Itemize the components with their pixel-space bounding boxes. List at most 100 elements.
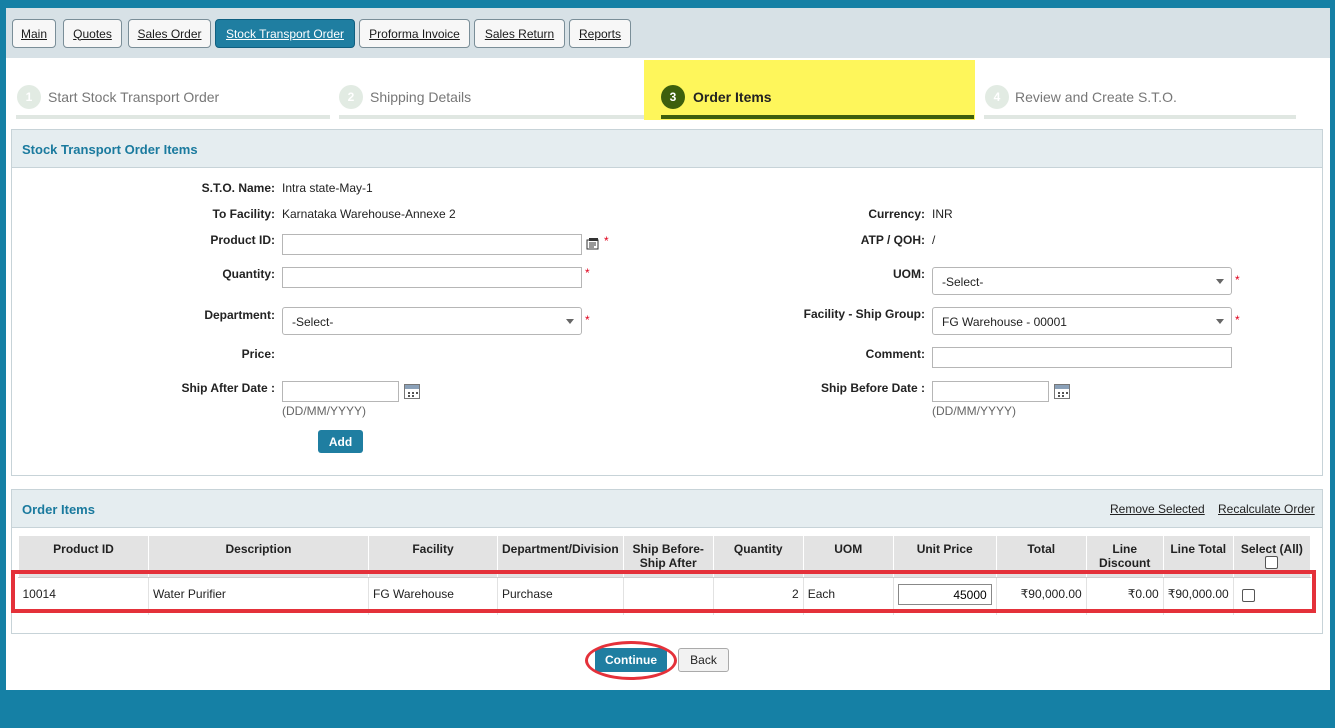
continue-button[interactable]: Continue [595,648,667,672]
required-marker: * [1235,313,1240,327]
line-discount-heading-1: Line [1112,542,1138,556]
col-line-total: Line Total [1162,535,1234,578]
tab-main[interactable]: Main [12,19,56,48]
currency-value: INR [932,207,953,221]
chevron-down-icon [1216,319,1224,324]
department-select[interactable]: -Select- [282,307,582,335]
remove-selected-link[interactable]: Remove Selected [1110,502,1205,516]
tab-sales-order[interactable]: Sales Order [128,19,211,48]
to-facility-label: To Facility: [212,207,275,221]
col-ship-dates: Ship Before- Ship After [622,535,714,578]
step-label: Review and Create S.T.O. [1015,89,1177,105]
select-all-checkbox[interactable] [1265,556,1279,569]
col-quantity: Quantity [712,535,804,578]
step-start-sto[interactable]: 1 Start Stock Transport Order [16,60,330,120]
row-select-checkbox[interactable] [1241,589,1255,602]
unit-price-input[interactable] [897,584,992,605]
atp-qoh-label: ATP / QOH: [860,233,925,247]
back-button[interactable]: Back [678,648,729,672]
tab-proforma-invoice[interactable]: Proforma Invoice [359,19,470,48]
col-department: Department/Division [497,535,624,578]
uom-label: UOM: [893,267,925,281]
to-facility-value: Karnataka Warehouse-Annexe 2 [282,207,456,221]
product-id-input[interactable] [282,234,582,255]
step-shipping-details[interactable]: 2 Shipping Details [339,60,649,120]
cell-description: Water Purifier [148,577,369,615]
add-item-button[interactable]: Add [318,430,363,453]
cell-select [1233,578,1310,615]
module-tab-bar: Main Quotes Sales Order Stock Transport … [6,8,1330,58]
ship-group-select[interactable]: FG Warehouse - 00001 [932,307,1232,335]
tab-reports[interactable]: Reports [569,19,631,48]
quantity-label: Quantity: [222,267,275,281]
product-lookup-icon[interactable] [586,237,600,251]
date-format-hint: (DD/MM/YYYY) [282,404,366,418]
cell-product-id: 10014 [18,577,149,615]
date-format-hint: (DD/MM/YYYY) [932,404,1016,418]
ship-before-date-input[interactable] [932,381,1049,402]
step-progress-bar [984,115,1296,119]
step-label: Start Stock Transport Order [48,89,220,105]
cell-line-total: ₹90,000.00 [1163,577,1234,615]
step-number: 3 [661,85,685,109]
step-label: Order Items [693,89,772,105]
required-marker: * [585,266,590,280]
step-number: 1 [17,85,41,109]
tab-quotes[interactable]: Quotes [63,19,122,48]
cell-total: ₹90,000.00 [996,577,1087,615]
ship-after-date-label: Ship After Date : [181,381,275,395]
cell-department: Purchase [497,577,624,615]
col-select-all: Select (All) [1232,535,1312,578]
step-progress-bar [16,115,330,119]
col-facility: Facility [368,535,498,578]
step-review-create[interactable]: 4 Review and Create S.T.O. [984,60,1296,120]
step-progress-bar [339,115,649,119]
currency-label: Currency: [868,207,925,221]
chevron-down-icon [566,319,574,324]
ship-group-selected-value: FG Warehouse - 00001 [942,315,1067,329]
cell-unit-price [893,577,997,615]
uom-select[interactable]: -Select- [932,267,1232,295]
department-selected-value: -Select- [292,315,334,329]
step-order-items[interactable]: 3 Order Items [644,60,975,120]
atp-qoh-value: / [932,233,936,247]
application-window: Main Quotes Sales Order Stock Transport … [6,8,1330,690]
step-number: 4 [985,85,1009,109]
department-label: Department: [204,308,275,322]
sto-items-form-panel: Stock Transport Order Items S.T.O. Name:… [11,129,1323,476]
calendar-icon[interactable] [1054,384,1070,399]
table-header-row: Product ID Description Facility Departme… [18,535,1312,578]
chevron-down-icon [1216,279,1224,284]
sto-name-value: Intra state-May-1 [282,181,373,195]
uom-selected-value: -Select- [942,275,984,289]
step-number: 2 [339,85,363,109]
recalculate-order-link[interactable]: Recalculate Order [1218,502,1315,516]
product-id-label: Product ID: [210,233,275,247]
cell-quantity: 2 [713,577,804,615]
comment-input[interactable] [932,347,1232,368]
col-total: Total [995,535,1087,578]
required-marker: * [585,313,590,327]
line-discount-heading-2: Discount [1099,556,1151,570]
tab-sales-return[interactable]: Sales Return [474,19,565,48]
tab-stock-transport-order[interactable]: Stock Transport Order [215,19,355,48]
panel-title: Stock Transport Order Items [12,130,1322,168]
price-label: Price: [241,347,275,361]
step-label: Shipping Details [370,89,472,105]
col-unit-price: Unit Price [892,535,997,578]
ship-group-label: Facility - Ship Group: [803,307,925,321]
col-line-discount: Line Discount [1085,535,1164,578]
ship-after-date-input[interactable] [282,381,399,402]
col-product-id: Product ID [18,535,149,578]
wizard-steps: 1 Start Stock Transport Order 2 Shipping… [6,60,1330,120]
col-description: Description [148,535,369,578]
cell-line-discount: ₹0.00 [1086,577,1164,615]
ship-before-date-label: Ship Before Date : [820,381,925,395]
order-items-panel: Order Items Remove Selected Recalculate … [11,489,1323,634]
quantity-input[interactable] [282,267,582,288]
table-row: 10014 Water Purifier FG Warehouse Purcha… [18,577,1311,615]
select-all-heading: Select (All) [1240,542,1303,556]
ship-before-heading: Ship Before- [632,542,704,556]
calendar-icon[interactable] [404,384,420,399]
order-items-table: Product ID Description Facility Departme… [18,535,1312,615]
